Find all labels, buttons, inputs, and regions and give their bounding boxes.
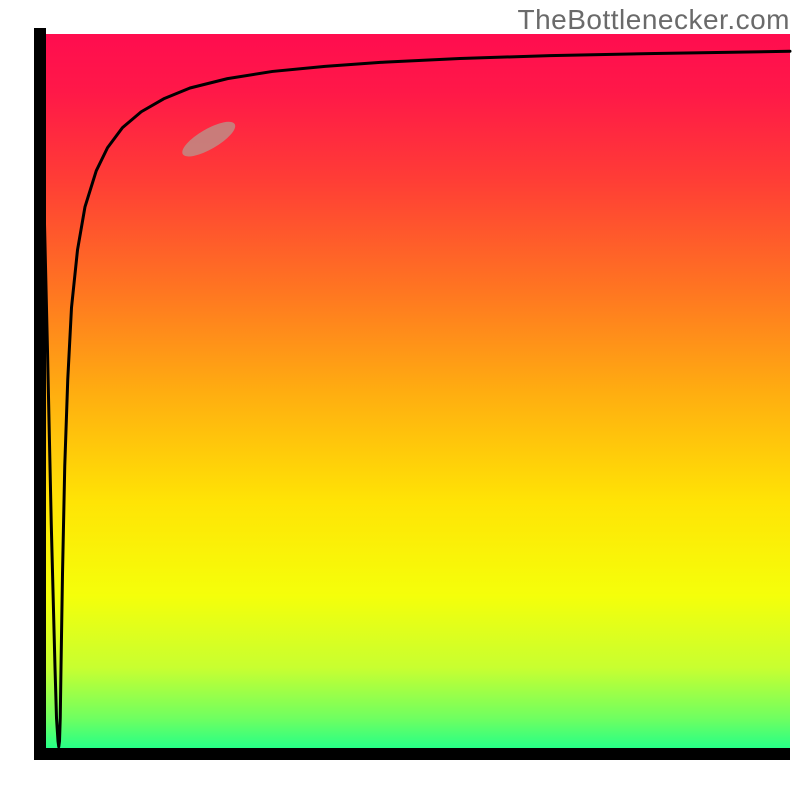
watermark-text: TheBottlenecker.com <box>517 4 790 36</box>
chart-container: TheBottlenecker.com <box>0 0 800 800</box>
chart-svg <box>0 0 800 800</box>
plot-background <box>40 34 790 754</box>
